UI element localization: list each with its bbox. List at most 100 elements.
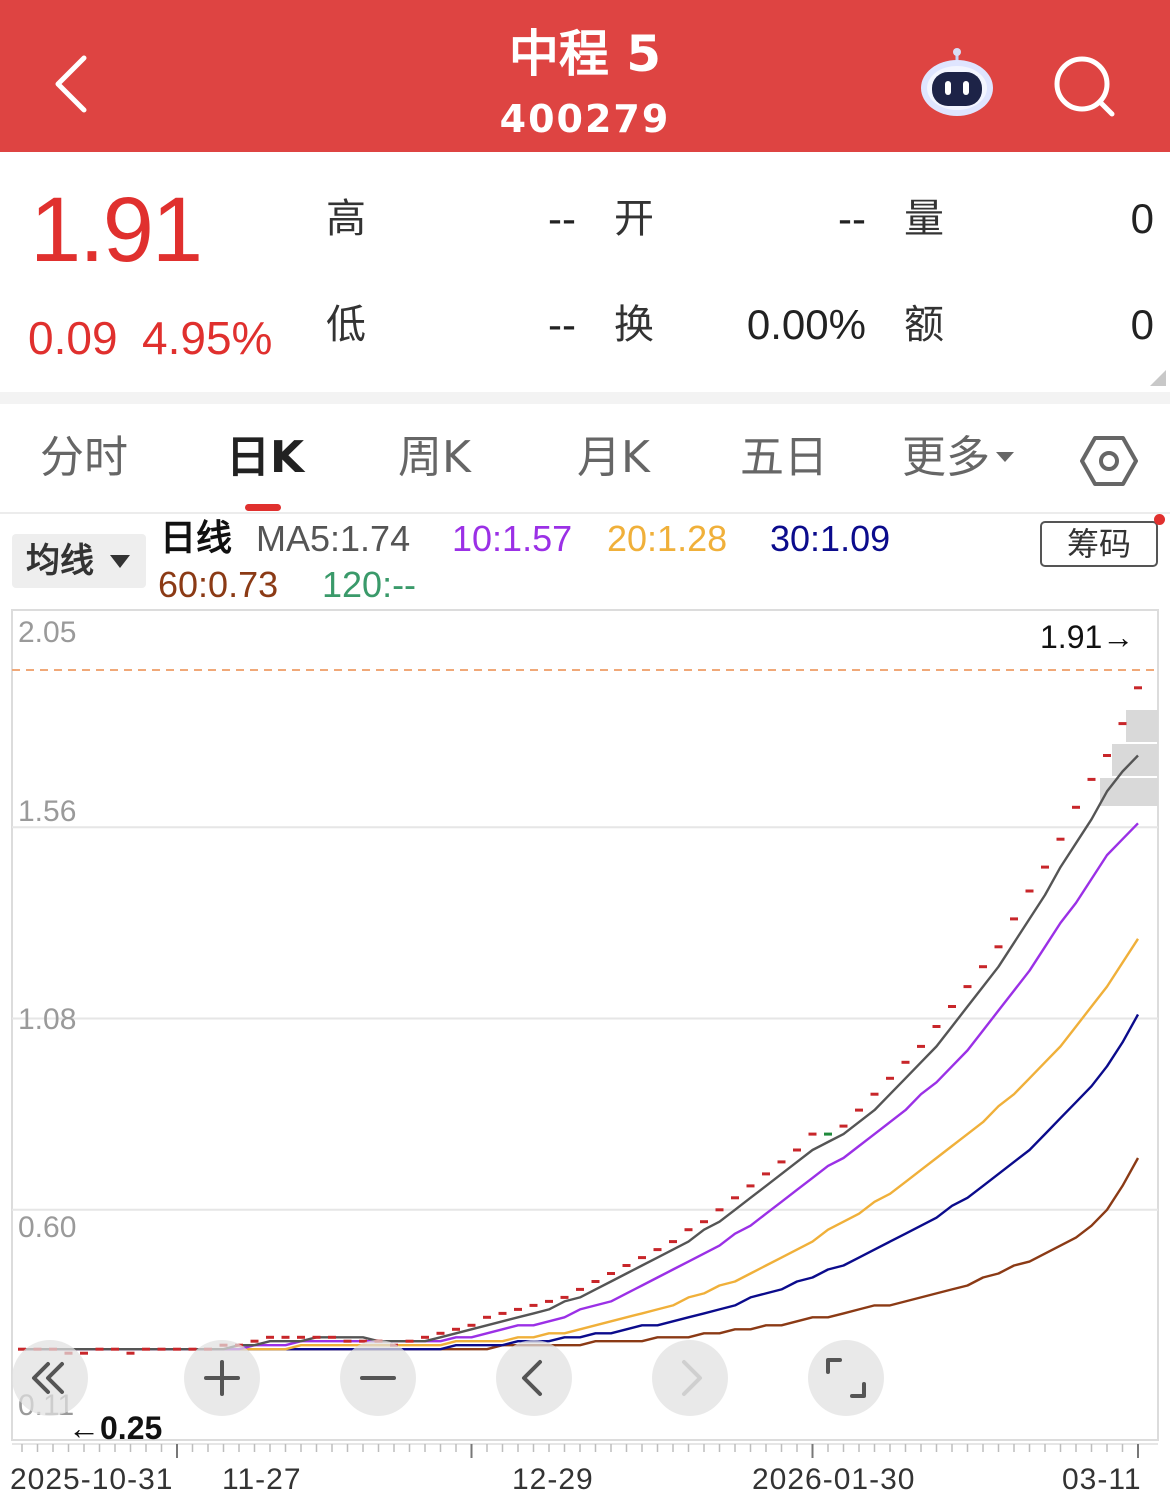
candle bbox=[638, 1256, 646, 1260]
candle bbox=[312, 1335, 321, 1339]
chart-period-tabs: 分时 日K 周K 月K 五日 更多 bbox=[0, 404, 1170, 514]
candle bbox=[731, 1196, 739, 1200]
candle bbox=[932, 1025, 941, 1028]
candle bbox=[1118, 722, 1127, 726]
candle bbox=[746, 1184, 755, 1188]
candle bbox=[591, 1280, 600, 1283]
candle bbox=[1010, 917, 1018, 921]
volume-value: 0 bbox=[1130, 195, 1154, 242]
candle bbox=[824, 1132, 832, 1136]
candle bbox=[297, 1335, 305, 1339]
candle bbox=[1134, 686, 1142, 690]
candle bbox=[328, 1335, 336, 1339]
kline-chart[interactable] bbox=[0, 600, 1170, 1494]
tab-five-day[interactable]: 五日 bbox=[740, 430, 828, 486]
candle bbox=[545, 1299, 553, 1303]
turnover-value: 0.00% bbox=[746, 301, 866, 348]
x-tick-label: 2025-10-31 bbox=[10, 1463, 174, 1494]
candle bbox=[901, 1060, 910, 1064]
next-button[interactable] bbox=[652, 1340, 728, 1416]
candle bbox=[126, 1351, 135, 1355]
robot-icon bbox=[921, 48, 993, 116]
tab-more-label: 更多 bbox=[902, 432, 990, 483]
zoom-out-button[interactable] bbox=[340, 1340, 416, 1416]
ai-assistant-button[interactable] bbox=[918, 46, 996, 120]
amount-value: 0 bbox=[1130, 301, 1154, 348]
quote-panel[interactable]: 1.91 0.09 4.95% 高 -- 开 -- 量 0 低 -- 换 0.0… bbox=[0, 152, 1170, 392]
tab-daily-k[interactable]: 日K bbox=[226, 430, 304, 486]
search-button[interactable] bbox=[1052, 54, 1118, 120]
indicator-selector[interactable]: 均线 bbox=[12, 534, 146, 588]
amount-label: 额 bbox=[904, 302, 944, 348]
candle bbox=[436, 1331, 445, 1335]
chevron-right-icon bbox=[682, 1360, 702, 1396]
candle bbox=[142, 1347, 150, 1351]
candle bbox=[1041, 865, 1049, 869]
candle bbox=[700, 1220, 708, 1224]
low-label: 低 bbox=[326, 302, 366, 348]
open-value: -- bbox=[838, 195, 866, 242]
candle bbox=[808, 1132, 817, 1136]
low-value: -- bbox=[548, 301, 576, 348]
candle bbox=[452, 1327, 460, 1331]
candle bbox=[994, 945, 1003, 949]
candle bbox=[715, 1208, 724, 1212]
fullscreen-button[interactable] bbox=[808, 1340, 884, 1416]
candle bbox=[1103, 754, 1111, 757]
candle bbox=[979, 965, 987, 969]
fullscreen-icon bbox=[826, 1358, 866, 1398]
chevron-left-icon bbox=[522, 1360, 542, 1396]
ma10-value: 10:1.57 bbox=[452, 518, 573, 559]
kline-chart-canvas[interactable] bbox=[0, 600, 1170, 1494]
ma5-value: MA5:1.74 bbox=[256, 518, 411, 559]
price-change: 0.09 bbox=[28, 312, 118, 364]
tab-monthly-k[interactable]: 月K bbox=[577, 430, 650, 486]
candle bbox=[281, 1335, 290, 1339]
tab-intraday[interactable]: 分时 bbox=[40, 430, 128, 486]
previous-button[interactable] bbox=[496, 1340, 572, 1416]
period-label: 日线 bbox=[160, 518, 233, 559]
chart-settings-button[interactable] bbox=[1080, 432, 1138, 490]
candle bbox=[173, 1347, 181, 1351]
candle bbox=[467, 1323, 476, 1327]
candle bbox=[917, 1044, 925, 1048]
zoom-in-button[interactable] bbox=[184, 1340, 260, 1416]
chips-button[interactable]: 筹码 bbox=[1040, 521, 1158, 567]
section-divider bbox=[0, 392, 1170, 404]
candle bbox=[95, 1347, 104, 1351]
rewind-button[interactable] bbox=[12, 1340, 88, 1416]
candle bbox=[111, 1347, 119, 1351]
high-label: 高 bbox=[326, 196, 366, 242]
candle bbox=[870, 1092, 879, 1096]
candle bbox=[948, 1005, 956, 1008]
candle bbox=[1087, 777, 1096, 781]
x-tick-label: 2026-01-30 bbox=[752, 1463, 916, 1494]
plus-icon bbox=[204, 1360, 240, 1396]
top-bar: 中程 5 400279 bbox=[0, 0, 1170, 152]
last-price-marker: 1.91→ bbox=[1040, 619, 1135, 655]
candle bbox=[514, 1307, 522, 1311]
candle bbox=[157, 1347, 166, 1351]
candle bbox=[576, 1287, 584, 1291]
open-label: 开 bbox=[614, 196, 654, 242]
ma20-value: 20:1.28 bbox=[607, 518, 728, 559]
price-change-percent: 4.95% bbox=[142, 312, 273, 364]
candle bbox=[653, 1248, 662, 1252]
tab-more[interactable]: 更多 bbox=[902, 430, 1014, 486]
candle bbox=[1025, 889, 1034, 893]
active-tab-indicator bbox=[245, 504, 281, 511]
expand-corner-icon[interactable] bbox=[1150, 370, 1166, 386]
candle bbox=[483, 1315, 491, 1319]
indicator-selector-label: 均线 bbox=[26, 541, 94, 581]
y-tick-label: 2.05 bbox=[18, 616, 77, 649]
candle bbox=[963, 985, 972, 989]
caret-down-icon bbox=[996, 452, 1014, 462]
tab-weekly-k[interactable]: 周K bbox=[398, 430, 471, 486]
last-price: 1.91 bbox=[30, 179, 203, 281]
candle bbox=[762, 1172, 770, 1176]
hexagon-settings-icon bbox=[1080, 436, 1138, 486]
candle bbox=[1056, 837, 1065, 841]
x-tick-label: 11-27 bbox=[222, 1463, 302, 1494]
candle bbox=[886, 1076, 894, 1080]
candle bbox=[529, 1303, 538, 1307]
